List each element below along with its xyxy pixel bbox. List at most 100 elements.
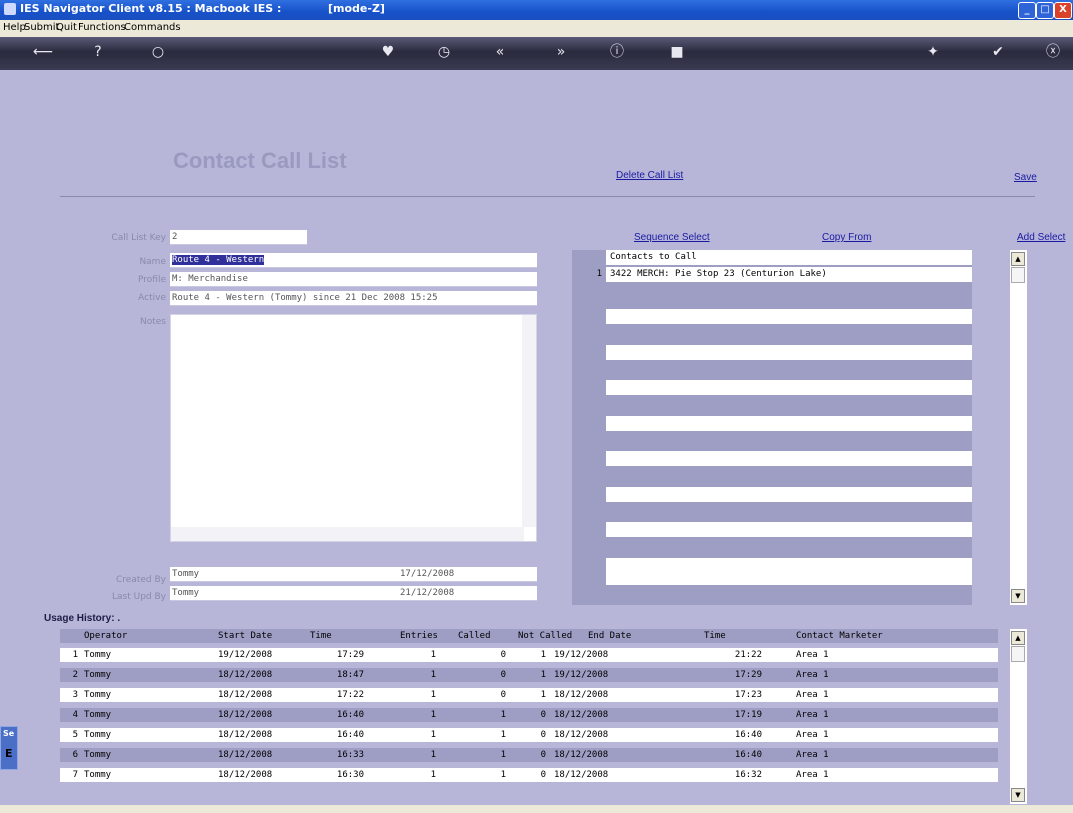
list-item[interactable] — [606, 380, 972, 395]
help-icon[interactable]: ? — [85, 41, 111, 63]
maximize-button[interactable]: □ — [1036, 2, 1054, 19]
back-icon[interactable]: ⟵ — [30, 41, 56, 63]
profile-label: Profile — [138, 275, 166, 285]
cell-marketer: Area 1 — [796, 750, 829, 760]
menu-commands[interactable]: Commands — [124, 22, 181, 33]
menu-functions[interactable]: Functions — [78, 22, 126, 33]
close-icon[interactable]: ⓧ — [1040, 41, 1066, 63]
cell-end: 19/12/2008 — [554, 670, 609, 680]
scroll-down-icon[interactable]: ▼ — [1011, 589, 1025, 603]
table-row[interactable]: 3 Tommy 18/12/2008 17:22 1 0 1 18/12/2008 17:23 A… — [60, 688, 998, 702]
mode-label: [mode-Z] — [328, 2, 385, 15]
cell-num: 2 — [72, 670, 78, 680]
cell-marketer: Area 1 — [796, 670, 829, 680]
check-icon[interactable]: ✔ — [985, 41, 1011, 63]
col-called: Called — [458, 631, 491, 641]
cell-entries: 1 — [430, 730, 436, 740]
usage-scrollbar[interactable]: ▲ ▼ — [1010, 629, 1027, 804]
first-icon[interactable]: « — [487, 41, 513, 63]
table-row[interactable]: 5 Tommy 18/12/2008 16:40 1 1 0 18/12/2008 16:40 A… — [60, 728, 998, 742]
cell-start: 18/12/2008 — [218, 670, 273, 680]
col-end-date: End Date — [588, 631, 632, 641]
table-row[interactable]: 2 Tommy 18/12/2008 18:47 1 0 1 19/12/2008 17:29 A… — [60, 668, 998, 682]
list-item[interactable] — [606, 570, 972, 585]
created-by-value: Tommy — [172, 569, 200, 579]
list-item[interactable] — [606, 345, 972, 360]
stop-icon[interactable]: ■ — [664, 41, 690, 63]
heart-icon[interactable]: ♥ — [375, 41, 401, 63]
cell-time: 17:29 — [336, 650, 364, 660]
table-row[interactable]: 4 Tommy 18/12/2008 16:40 1 1 0 18/12/2008 17:19 A… — [60, 708, 998, 722]
add-select-link[interactable]: Add Select — [1017, 232, 1065, 243]
list-item[interactable] — [606, 487, 972, 502]
contact-row[interactable]: 3422 MERCH: Pie Stop 23 (Centurion Lake) — [606, 267, 972, 282]
side-tab-label: Se — [3, 729, 15, 738]
scroll-down-icon[interactable]: ▼ — [1011, 788, 1025, 802]
cell-marketer: Area 1 — [796, 770, 829, 780]
info-icon[interactable]: ⓘ — [604, 41, 630, 63]
cell-notcalled: 1 — [540, 690, 546, 700]
application-window: IES Navigator Client v8.15 : Macbook IES… — [0, 0, 1073, 813]
cell-entries: 1 — [430, 710, 436, 720]
call-list-key-label: Call List Key — [111, 233, 166, 243]
profile-field[interactable]: M: Merchandise — [170, 272, 537, 287]
list-item[interactable] — [606, 522, 972, 537]
delete-call-list-link[interactable]: Delete Call List — [616, 170, 683, 181]
cell-operator: Tommy — [84, 690, 112, 700]
menu-bar: Help Submit Quit Functions Commands — [0, 20, 1073, 37]
copy-from-link[interactable]: Copy From — [822, 232, 871, 243]
list-item[interactable] — [606, 309, 972, 324]
last-upd-by-field[interactable]: Tommy 21/12/2008 — [170, 586, 537, 601]
table-row[interactable]: 1 Tommy 19/12/2008 17:29 1 0 1 19/12/2008 21:22 A… — [60, 648, 998, 662]
close-button[interactable]: X — [1054, 2, 1072, 19]
cell-entries: 1 — [430, 690, 436, 700]
last-icon[interactable]: » — [548, 41, 574, 63]
list-item[interactable] — [606, 451, 972, 466]
scroll-thumb[interactable] — [1011, 646, 1025, 662]
page-title: Contact Call List — [173, 148, 347, 173]
gear-icon[interactable]: ✦ — [920, 41, 946, 63]
name-field[interactable]: Route 4 - Western — [170, 253, 537, 268]
last-upd-by-label: Last Upd By — [112, 592, 166, 602]
col-operator: Operator — [84, 631, 128, 641]
cell-called: 1 — [500, 770, 506, 780]
cell-start: 18/12/2008 — [218, 730, 273, 740]
minimize-button[interactable]: _ — [1018, 2, 1036, 19]
table-row[interactable]: 6 Tommy 18/12/2008 16:33 1 1 0 18/12/2008 16:40 A… — [60, 748, 998, 762]
title-bar: IES Navigator Client v8.15 : Macbook IES… — [0, 0, 1073, 20]
contacts-scrollbar[interactable]: ▲ ▼ — [1010, 250, 1027, 605]
name-label: Name — [139, 257, 166, 267]
menu-submit[interactable]: Submit — [24, 22, 59, 33]
save-link[interactable]: Save — [1014, 172, 1037, 183]
cell-notcalled: 0 — [540, 750, 546, 760]
sequence-select-link[interactable]: Sequence Select — [634, 232, 710, 243]
table-row[interactable]: 7 Tommy 18/12/2008 16:30 1 1 0 18/12/2008 16:32 A… — [60, 768, 998, 782]
cell-notcalled: 1 — [540, 670, 546, 680]
cell-time: 16:33 — [336, 750, 364, 760]
cell-time2: 17:19 — [734, 710, 762, 720]
cell-time: 16:30 — [336, 770, 364, 780]
cell-time: 16:40 — [336, 730, 364, 740]
toolbar: ⟵ ? ○ ♥ ◷ « » ⓘ ■ ✦ ✔ ⓧ — [0, 37, 1073, 70]
menu-help[interactable]: Help — [3, 22, 26, 33]
active-field[interactable]: Route 4 - Western (Tommy) since 21 Dec 2… — [170, 291, 537, 306]
notes-vertical-scrollbar[interactable] — [522, 315, 536, 527]
cell-marketer: Area 1 — [796, 690, 829, 700]
notes-horizontal-scrollbar[interactable] — [171, 527, 524, 541]
search-icon[interactable]: ○ — [145, 41, 171, 63]
cell-time2: 16:40 — [734, 730, 762, 740]
contacts-list[interactable]: Contacts to Call 1 3422 MERCH: Pie Stop … — [572, 250, 972, 605]
scroll-up-icon[interactable]: ▲ — [1011, 252, 1025, 266]
call-list-key-field[interactable]: 2 — [170, 230, 307, 245]
menu-quit[interactable]: Quit — [56, 22, 77, 33]
cell-time2: 16:32 — [734, 770, 762, 780]
scroll-thumb[interactable] — [1011, 267, 1025, 283]
cell-time: 16:40 — [336, 710, 364, 720]
side-tab[interactable]: Se E — [0, 726, 18, 770]
list-item[interactable] — [606, 416, 972, 431]
notes-textarea[interactable] — [170, 314, 537, 542]
scroll-up-icon[interactable]: ▲ — [1011, 631, 1025, 645]
created-by-field[interactable]: Tommy 17/12/2008 — [170, 567, 537, 582]
clock-icon[interactable]: ◷ — [431, 41, 457, 63]
usage-history-table[interactable]: Operator Start Date Time Entries Called … — [60, 629, 998, 804]
